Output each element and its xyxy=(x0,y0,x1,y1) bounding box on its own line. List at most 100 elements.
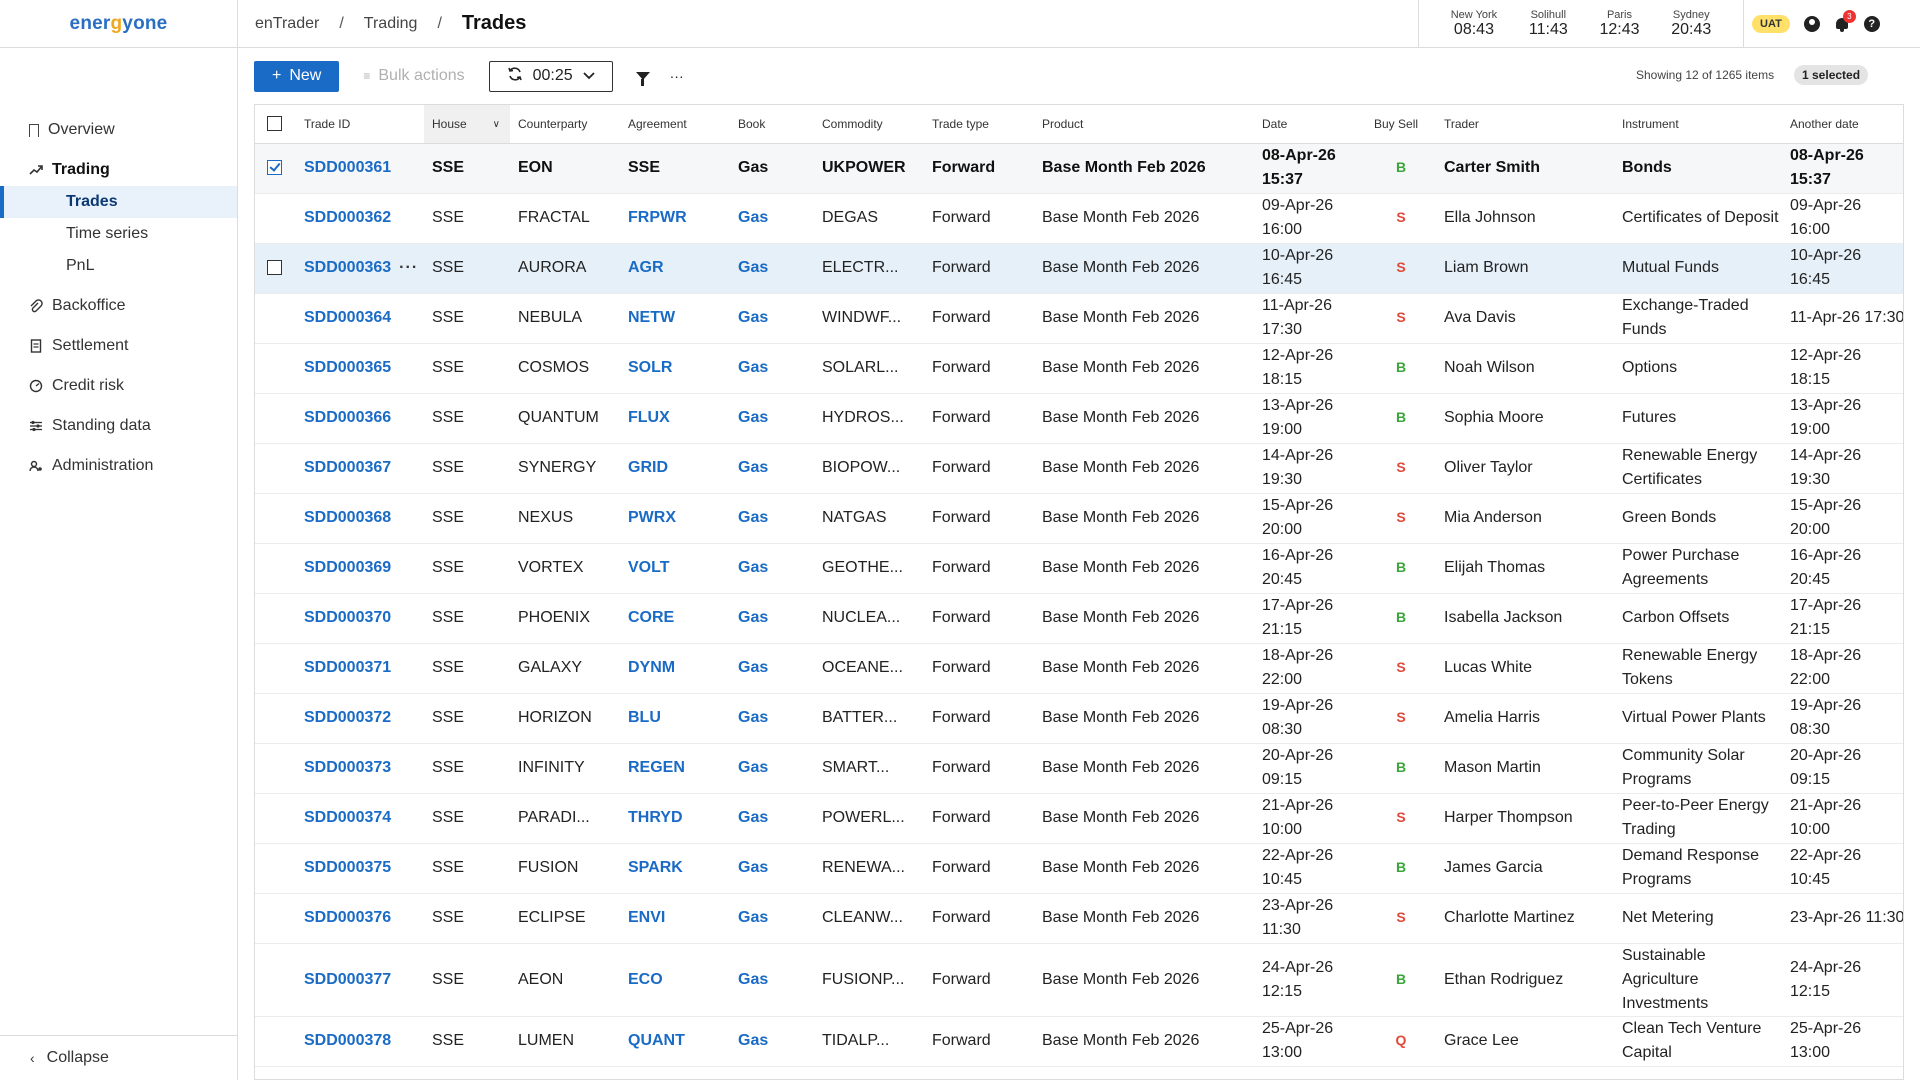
chevron-down-icon[interactable]: ∨ xyxy=(493,119,500,130)
trade-id-cell[interactable]: SDD000373 xyxy=(296,743,424,794)
bell-icon[interactable]: 3 xyxy=(1834,9,1856,32)
trade-id-link[interactable]: SDD000363 xyxy=(304,259,391,276)
select-all-checkbox[interactable] xyxy=(267,116,282,132)
trade-id-cell[interactable]: SDD000372 xyxy=(296,693,424,744)
agreement-cell[interactable]: CORE xyxy=(620,593,730,644)
agreement-cell[interactable]: SOLR xyxy=(620,343,730,394)
table-row[interactable]: SDD000369 SSE VORTEX VOLT Gas GEOTHE... Forwar… xyxy=(255,543,1903,594)
row-checkbox[interactable] xyxy=(267,160,282,176)
sidebar-item-administration[interactable]: Administration xyxy=(0,450,237,482)
agreement-cell[interactable]: VOLT xyxy=(620,543,730,594)
trade-id-cell[interactable]: SDD000375 xyxy=(296,843,424,894)
book-cell[interactable]: Gas xyxy=(730,193,814,244)
agreement-cell[interactable]: DYNM xyxy=(620,643,730,694)
table-row[interactable]: SDD000379SSEASTRAELEV8GasWASTEA...Forwar… xyxy=(255,1066,1903,1079)
book-cell[interactable]: Gas xyxy=(730,1016,814,1067)
user-icon[interactable] xyxy=(1803,15,1820,32)
agreement-cell[interactable]: FRPWR xyxy=(620,193,730,244)
trade-id-cell[interactable]: SDD000376 xyxy=(296,893,424,944)
auto-refresh-dropdown[interactable]: 00:25 xyxy=(488,60,613,92)
table-row[interactable]: SDD000362 SSE FRACTAL FRPWR Gas DEGAS Forward B… xyxy=(255,193,1903,244)
agreement-cell[interactable]: FLUX xyxy=(620,393,730,444)
agreement-cell[interactable]: ENVI xyxy=(620,893,730,944)
table-row[interactable]: SDD000366 SSE QUANTUM FLUX Gas HYDROS... Forwa… xyxy=(255,393,1903,444)
table-row[interactable]: SDD000367 SSE SYNERGY GRID Gas BIOPOW... Forwa… xyxy=(255,443,1903,494)
table-row[interactable]: SDD000376 SSE ECLIPSE ENVI Gas CLEANW... Forwa… xyxy=(255,893,1903,944)
book-cell[interactable]: Gas xyxy=(730,393,814,444)
trade-id-cell[interactable]: SDD000368 xyxy=(296,493,424,544)
book-cell[interactable]: Gas xyxy=(730,793,814,844)
agreement-cell[interactable]: ECO xyxy=(620,943,730,1017)
table-row[interactable]: SDD000371 SSE GALAXY DYNM Gas OCEANE... Forwar… xyxy=(255,643,1903,694)
sidebar-item-trading[interactable]: Trading xyxy=(0,154,237,186)
book-cell[interactable]: Gas xyxy=(730,493,814,544)
filter-icon[interactable] xyxy=(631,64,655,88)
book-cell[interactable]: Gas xyxy=(730,243,814,294)
trade-id-cell[interactable]: SDD000379 xyxy=(296,1066,424,1079)
agreement-cell[interactable]: PWRX xyxy=(620,493,730,544)
agreement-cell[interactable]: THRYD xyxy=(620,793,730,844)
sidebar-item-overview[interactable]: Overview xyxy=(0,114,237,146)
trade-id-cell[interactable]: SDD000363 ··· xyxy=(296,243,424,294)
column-header-trade-type[interactable]: Trade type xyxy=(924,105,1034,144)
column-header-trader[interactable]: Trader xyxy=(1436,105,1614,144)
column-header-product[interactable]: Product xyxy=(1034,105,1254,144)
table-row[interactable]: SDD000373 SSE INFINITY REGEN Gas SMART... Forw… xyxy=(255,743,1903,794)
book-cell[interactable]: Gas xyxy=(730,293,814,344)
trade-id-cell[interactable]: SDD000370 xyxy=(296,593,424,644)
book-cell[interactable]: Gas xyxy=(730,593,814,644)
agreement-cell[interactable]: QUANT xyxy=(620,1016,730,1067)
table-row[interactable]: SDD000378 SSE LUMEN QUANT Gas TIDALP... Forwar… xyxy=(255,1016,1903,1067)
column-header-instrument[interactable]: Instrument xyxy=(1614,105,1782,144)
trade-id-cell[interactable]: SDD000362 xyxy=(296,193,424,244)
column-header-agreement[interactable]: Agreement xyxy=(620,105,730,144)
agreement-cell[interactable]: GRID xyxy=(620,443,730,494)
trade-id-cell[interactable]: SDD000377 xyxy=(296,943,424,1017)
book-cell[interactable]: Gas xyxy=(730,543,814,594)
column-header-buy-sell[interactable]: Buy Sell xyxy=(1366,105,1436,144)
trade-id-cell[interactable]: SDD000365 xyxy=(296,343,424,394)
book-cell[interactable]: Gas xyxy=(730,443,814,494)
book-cell[interactable]: Gas xyxy=(730,1066,814,1079)
table-row[interactable]: SDD000365 SSE COSMOS SOLR Gas SOLARL... Forwar… xyxy=(255,343,1903,394)
trade-id-cell[interactable]: SDD000378 xyxy=(296,1016,424,1067)
table-row[interactable]: SDD000361 SSE EON SSE Gas UKPOWER Forward Base … xyxy=(255,143,1903,194)
sidebar-item-pnl[interactable]: PnL xyxy=(0,250,237,282)
trade-id-cell[interactable]: SDD000374 xyxy=(296,793,424,844)
table-row[interactable]: SDD000372 SSE HORIZON BLU Gas BATTER... Forwar… xyxy=(255,693,1903,744)
sidebar-item-credit-risk[interactable]: Credit risk xyxy=(0,370,237,402)
collapse-sidebar-button[interactable]: ‹ Collapse xyxy=(0,1035,237,1080)
column-header-date[interactable]: Date xyxy=(1254,105,1366,144)
help-icon[interactable]: ? xyxy=(1863,15,1880,32)
book-cell[interactable]: Gas xyxy=(730,893,814,944)
trade-id-cell[interactable]: SDD000369 xyxy=(296,543,424,594)
column-header-another-date[interactable]: Another date xyxy=(1782,105,1903,144)
table-row[interactable]: SDD000370 SSE PHOENIX CORE Gas NUCLEA... Forwa… xyxy=(255,593,1903,644)
column-header-commodity[interactable]: Commodity xyxy=(814,105,924,144)
book-cell[interactable]: Gas xyxy=(730,843,814,894)
app-logo[interactable]: energyone xyxy=(70,13,168,35)
table-row[interactable]: SDD000374 SSE PARADI... THRYD Gas POWERL... Fo… xyxy=(255,793,1903,844)
new-button[interactable]: + New xyxy=(254,60,340,92)
sidebar-item-standing-data[interactable]: Standing data xyxy=(0,410,237,442)
more-options-icon[interactable]: ··· xyxy=(665,64,689,88)
trade-id-cell[interactable]: SDD000361 xyxy=(296,143,424,194)
agreement-cell[interactable]: AGR xyxy=(620,243,730,294)
logo-area[interactable]: energyone xyxy=(0,0,238,47)
sidebar-item-settlement[interactable]: Settlement xyxy=(0,330,237,362)
book-cell[interactable]: Gas xyxy=(730,693,814,744)
table-row[interactable]: SDD000368 SSE NEXUS PWRX Gas NATGAS Forward Bas… xyxy=(255,493,1903,544)
agreement-cell[interactable]: SSE xyxy=(620,143,730,194)
book-cell[interactable]: Gas xyxy=(730,143,814,194)
trade-id-cell[interactable]: SDD000367 xyxy=(296,443,424,494)
book-cell[interactable]: Gas xyxy=(730,343,814,394)
sidebar-item-backoffice[interactable]: Backoffice xyxy=(0,290,237,322)
column-header-book[interactable]: Book xyxy=(730,105,814,144)
agreement-cell[interactable]: NETW xyxy=(620,293,730,344)
table-row[interactable]: SDD000363 ··· SSE AURORA AGR Gas ELECTR... Forw… xyxy=(255,243,1903,294)
book-cell[interactable]: Gas xyxy=(730,643,814,694)
agreement-cell[interactable]: BLU xyxy=(620,693,730,744)
agreement-cell[interactable]: SPARK xyxy=(620,843,730,894)
breadcrumb-section[interactable]: Trading xyxy=(364,15,418,33)
column-header-trade-id[interactable]: Trade ID xyxy=(296,105,424,144)
